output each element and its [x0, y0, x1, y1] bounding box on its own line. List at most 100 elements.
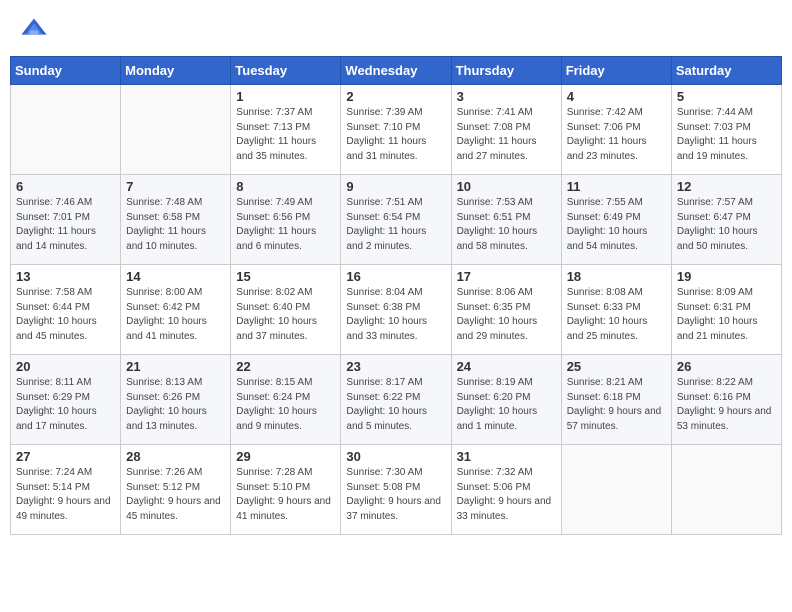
calendar-cell: 5 Sunrise: 7:44 AMSunset: 7:03 PMDaylight… [671, 85, 781, 175]
day-number: 3 [457, 89, 556, 104]
calendar-cell: 27 Sunrise: 7:24 AMSunset: 5:14 PMDayligh… [11, 445, 121, 535]
calendar-cell: 18Sunrise: 8:08 AMSunset: 6:33 PMDayligh… [561, 265, 671, 355]
day-info: Sunrise: 7:26 AMSunset: 5:12 PMDaylight:… [126, 466, 225, 524]
day-info: Sunrise: 7:57 AMSunset: 6:47 PMDaylight:… [677, 196, 776, 254]
calendar-cell: 12 Sunrise: 7:57 AMSunset: 6:47 PMDayligh… [671, 175, 781, 265]
calendar-cell: 23 Sunrise: 8:17 AMSunset: 6:22 PMDayligh… [341, 355, 451, 445]
day-info: Sunrise: 7:37 AMSunset: 7:13 PMDaylight:… [236, 106, 335, 164]
day-info: Sunrise: 7:58 AMSunset: 6:44 PMDaylight:… [16, 286, 115, 344]
calendar-cell: 3 Sunrise: 7:41 AMSunset: 7:08 PMDaylight… [451, 85, 561, 175]
day-info: Sunrise: 7:30 AMSunset: 5:08 PMDaylight:… [346, 466, 445, 524]
calendar-cell: 6 Sunrise: 7:46 AMSunset: 7:01 PMDaylight… [11, 175, 121, 265]
calendar-cell: 8 Sunrise: 7:49 AMSunset: 6:56 PMDaylight… [231, 175, 341, 265]
day-info: Sunrise: 7:49 AMSunset: 6:56 PMDaylight:… [236, 196, 335, 254]
calendar-cell: 10 Sunrise: 7:53 AMSunset: 6:51 PMDayligh… [451, 175, 561, 265]
day-info: Sunrise: 8:17 AMSunset: 6:22 PMDaylight:… [346, 376, 445, 434]
day-number: 11 [567, 179, 666, 194]
calendar-week-row: 1 Sunrise: 7:37 AMSunset: 7:13 PMDaylight… [11, 85, 782, 175]
calendar-cell: 2Sunrise: 7:39 AMSunset: 7:10 PMDaylight… [341, 85, 451, 175]
day-info: Sunrise: 7:24 AMSunset: 5:14 PMDaylight:… [16, 466, 115, 524]
day-number: 19 [677, 269, 776, 284]
day-info: Sunrise: 8:06 AMSunset: 6:35 PMDaylight:… [457, 286, 556, 344]
day-info: Sunrise: 8:15 AMSunset: 6:24 PMDaylight:… [236, 376, 335, 434]
day-number: 25 [567, 359, 666, 374]
calendar-cell: 28 Sunrise: 7:26 AMSunset: 5:12 PMDayligh… [121, 445, 231, 535]
calendar-cell [121, 85, 231, 175]
weekday-header-wednesday: Wednesday [341, 57, 451, 85]
day-number: 26 [677, 359, 776, 374]
day-number: 15 [236, 269, 335, 284]
calendar-week-row: 20 Sunrise: 8:11 AMSunset: 6:29 PMDayligh… [11, 355, 782, 445]
day-number: 24 [457, 359, 556, 374]
calendar-cell: 15 Sunrise: 8:02 AMSunset: 6:40 PMDayligh… [231, 265, 341, 355]
day-number: 29 [236, 449, 335, 464]
calendar-cell: 20 Sunrise: 8:11 AMSunset: 6:29 PMDayligh… [11, 355, 121, 445]
day-number: 1 [236, 89, 335, 104]
day-number: 30 [346, 449, 445, 464]
calendar-week-row: 13 Sunrise: 7:58 AMSunset: 6:44 PMDayligh… [11, 265, 782, 355]
calendar-cell [671, 445, 781, 535]
calendar-cell: 11Sunrise: 7:55 AMSunset: 6:49 PMDayligh… [561, 175, 671, 265]
calendar-cell: 22 Sunrise: 8:15 AMSunset: 6:24 PMDayligh… [231, 355, 341, 445]
day-number: 4 [567, 89, 666, 104]
calendar-cell: 26 Sunrise: 8:22 AMSunset: 6:16 PMDayligh… [671, 355, 781, 445]
day-number: 17 [457, 269, 556, 284]
calendar-week-row: 6 Sunrise: 7:46 AMSunset: 7:01 PMDaylight… [11, 175, 782, 265]
day-info: Sunrise: 7:41 AMSunset: 7:08 PMDaylight:… [457, 106, 556, 164]
day-info: Sunrise: 7:48 AMSunset: 6:58 PMDaylight:… [126, 196, 225, 254]
day-info: Sunrise: 8:02 AMSunset: 6:40 PMDaylight:… [236, 286, 335, 344]
day-info: Sunrise: 8:04 AMSunset: 6:38 PMDaylight:… [346, 286, 445, 344]
day-number: 21 [126, 359, 225, 374]
calendar-cell: 7 Sunrise: 7:48 AMSunset: 6:58 PMDaylight… [121, 175, 231, 265]
day-info: Sunrise: 8:22 AMSunset: 6:16 PMDaylight:… [677, 376, 776, 434]
calendar-cell: 16 Sunrise: 8:04 AMSunset: 6:38 PMDayligh… [341, 265, 451, 355]
weekday-header-saturday: Saturday [671, 57, 781, 85]
day-number: 16 [346, 269, 445, 284]
logo-icon [20, 15, 48, 43]
day-number: 5 [677, 89, 776, 104]
day-number: 13 [16, 269, 115, 284]
day-info: Sunrise: 7:42 AMSunset: 7:06 PMDaylight:… [567, 106, 666, 164]
day-info: Sunrise: 8:00 AMSunset: 6:42 PMDaylight:… [126, 286, 225, 344]
day-number: 22 [236, 359, 335, 374]
day-info: Sunrise: 8:13 AMSunset: 6:26 PMDaylight:… [126, 376, 225, 434]
calendar-cell: 31Sunrise: 7:32 AMSunset: 5:06 PMDayligh… [451, 445, 561, 535]
day-info: Sunrise: 7:28 AMSunset: 5:10 PMDaylight:… [236, 466, 335, 524]
logo [20, 15, 52, 43]
day-number: 23 [346, 359, 445, 374]
day-info: Sunrise: 7:53 AMSunset: 6:51 PMDaylight:… [457, 196, 556, 254]
day-number: 12 [677, 179, 776, 194]
day-info: Sunrise: 7:32 AMSunset: 5:06 PMDaylight:… [457, 466, 556, 524]
calendar-cell: 19 Sunrise: 8:09 AMSunset: 6:31 PMDayligh… [671, 265, 781, 355]
day-number: 7 [126, 179, 225, 194]
day-number: 14 [126, 269, 225, 284]
page-header [10, 10, 782, 48]
calendar-cell: 29 Sunrise: 7:28 AMSunset: 5:10 PMDayligh… [231, 445, 341, 535]
day-number: 18 [567, 269, 666, 284]
day-info: Sunrise: 7:51 AMSunset: 6:54 PMDaylight:… [346, 196, 445, 254]
day-info: Sunrise: 8:19 AMSunset: 6:20 PMDaylight:… [457, 376, 556, 434]
day-info: Sunrise: 8:11 AMSunset: 6:29 PMDaylight:… [16, 376, 115, 434]
day-number: 28 [126, 449, 225, 464]
day-number: 27 [16, 449, 115, 464]
day-info: Sunrise: 8:09 AMSunset: 6:31 PMDaylight:… [677, 286, 776, 344]
day-number: 9 [346, 179, 445, 194]
calendar-cell: 1 Sunrise: 7:37 AMSunset: 7:13 PMDaylight… [231, 85, 341, 175]
weekday-header-monday: Monday [121, 57, 231, 85]
weekday-header-tuesday: Tuesday [231, 57, 341, 85]
weekday-header-thursday: Thursday [451, 57, 561, 85]
day-number: 6 [16, 179, 115, 194]
day-info: Sunrise: 7:46 AMSunset: 7:01 PMDaylight:… [16, 196, 115, 254]
day-number: 10 [457, 179, 556, 194]
weekday-header-sunday: Sunday [11, 57, 121, 85]
calendar-cell: 24 Sunrise: 8:19 AMSunset: 6:20 PMDayligh… [451, 355, 561, 445]
day-number: 20 [16, 359, 115, 374]
calendar-cell: 4 Sunrise: 7:42 AMSunset: 7:06 PMDaylight… [561, 85, 671, 175]
calendar-cell: 14 Sunrise: 8:00 AMSunset: 6:42 PMDayligh… [121, 265, 231, 355]
day-number: 8 [236, 179, 335, 194]
weekday-header-row: SundayMondayTuesdayWednesdayThursdayFrid… [11, 57, 782, 85]
weekday-header-friday: Friday [561, 57, 671, 85]
day-info: Sunrise: 7:44 AMSunset: 7:03 PMDaylight:… [677, 106, 776, 164]
calendar-cell: 25Sunrise: 8:21 AMSunset: 6:18 PMDayligh… [561, 355, 671, 445]
day-info: Sunrise: 7:39 AMSunset: 7:10 PMDaylight:… [346, 106, 445, 164]
